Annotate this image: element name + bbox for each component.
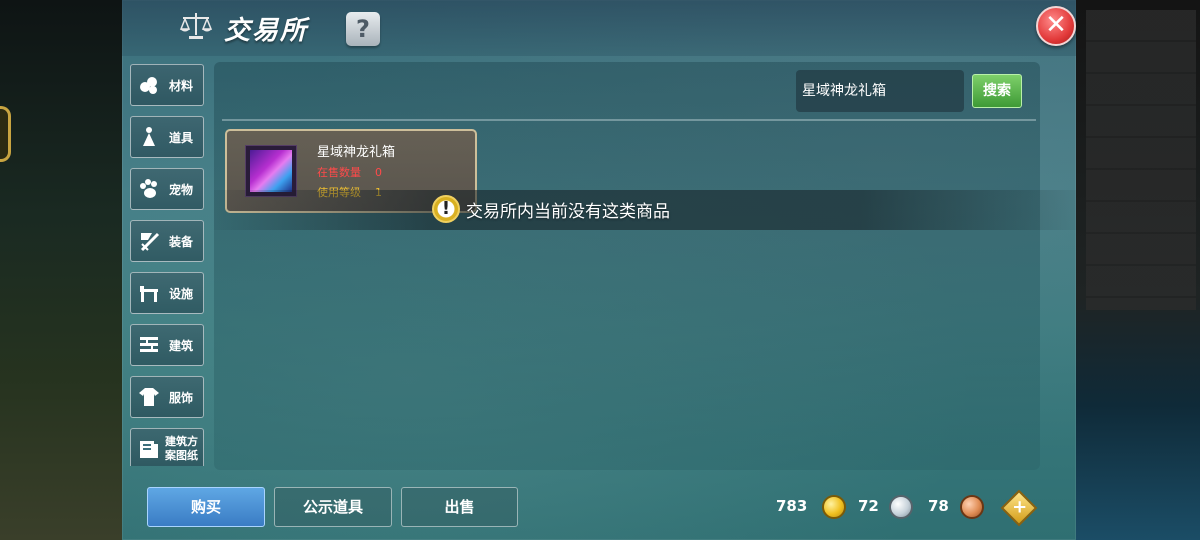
gold-amount: 783 xyxy=(776,497,808,515)
world-left-edge xyxy=(0,0,122,540)
tab-sell[interactable]: 出售 xyxy=(401,487,518,527)
sidebar-item-pet[interactable]: 宠物 xyxy=(130,168,204,210)
divider xyxy=(222,119,1036,121)
sidebar-item-blueprint[interactable]: 建筑方 案图纸 xyxy=(130,428,204,466)
clothing-icon xyxy=(137,385,161,409)
sidebar-item-label: 道具 xyxy=(169,130,194,145)
sidebar-item-building[interactable]: 建筑 xyxy=(130,324,204,366)
page-title: 交易所 xyxy=(224,16,309,46)
plus-icon: + xyxy=(1012,496,1028,518)
search-button[interactable]: 搜索 xyxy=(972,74,1022,108)
sidebar-item-label: 材料 xyxy=(169,78,194,93)
help-button[interactable]: ? xyxy=(346,12,380,46)
world-right-edge xyxy=(1076,0,1200,540)
item-on-sale: 在售数量 0 xyxy=(317,164,382,180)
sidebar-item-label: 建筑 xyxy=(169,338,194,353)
sidebar-item-label: 设施 xyxy=(169,286,194,301)
sidebar-item-facility[interactable]: 设施 xyxy=(130,272,204,314)
facility-icon xyxy=(137,281,161,305)
on-sale-label: 在售数量 xyxy=(317,166,361,179)
title-bar: 交易所 ? xyxy=(122,0,1076,56)
sidebar-item-label: 装备 xyxy=(169,234,194,249)
on-sale-value: 0 xyxy=(375,166,382,179)
tab-buy[interactable]: 购买 xyxy=(147,487,265,527)
world-structure xyxy=(1086,10,1196,310)
scale-icon xyxy=(179,13,213,39)
building-icon xyxy=(137,333,161,357)
equipment-icon xyxy=(137,229,161,253)
tab-showcase[interactable]: 公示道具 xyxy=(274,487,392,527)
copper-amount: 78 xyxy=(928,497,949,515)
blueprint-icon xyxy=(137,437,161,461)
material-icon xyxy=(137,73,161,97)
sidebar-item-equipment[interactable]: 装备 xyxy=(130,220,204,262)
sidebar-item-clothing[interactable]: 服饰 xyxy=(130,376,204,418)
sidebar-item-label: 建筑方 案图纸 xyxy=(165,435,198,462)
sidebar-item-material[interactable]: 材料 xyxy=(130,64,204,106)
close-button[interactable]: ✕ xyxy=(1036,6,1076,46)
gold-coin-icon xyxy=(822,495,846,519)
silver-amount: 72 xyxy=(858,497,879,515)
category-sidebar: 材料 道具 宠物 装备 设施 建筑 服饰 建筑方 案图纸 xyxy=(130,62,206,466)
toast-message: 交易所内当前没有这类商品 xyxy=(466,202,670,222)
hud-fragment xyxy=(0,106,11,162)
copper-coin-icon xyxy=(960,495,984,519)
warning-icon: ! xyxy=(432,195,460,223)
sidebar-item-label: 宠物 xyxy=(169,182,194,197)
paw-icon xyxy=(137,177,161,201)
sidebar-item-label: 服饰 xyxy=(169,390,194,405)
silver-coin-icon xyxy=(889,495,913,519)
item-icon xyxy=(137,125,161,149)
results-area xyxy=(214,62,1040,470)
item-name: 星域神龙礼箱 xyxy=(317,145,396,160)
search-input[interactable] xyxy=(796,70,964,112)
sidebar-item-item[interactable]: 道具 xyxy=(130,116,204,158)
